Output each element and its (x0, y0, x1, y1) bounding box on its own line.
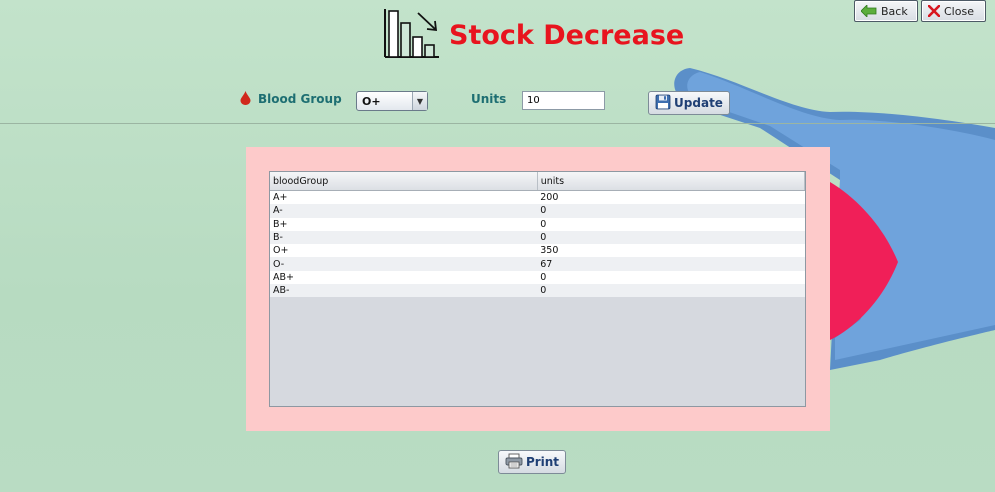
chevron-down-icon[interactable]: ▼ (412, 92, 427, 110)
print-button[interactable]: Print (498, 450, 566, 474)
cell-units: 0 (537, 204, 805, 218)
cell-units: 67 (537, 257, 805, 271)
table-row[interactable]: A+ 200 (270, 190, 805, 205)
blood-group-label: Blood Group (258, 92, 342, 106)
table-header-row: bloodGroup units (270, 172, 805, 191)
close-label: Close (944, 4, 974, 18)
cell-bloodgroup: A- (270, 204, 538, 218)
blood-group-select[interactable]: O+ ▼ (356, 91, 428, 111)
column-header-bloodgroup[interactable]: bloodGroup (270, 172, 538, 191)
cell-bloodgroup: A+ (270, 190, 538, 205)
column-header-units[interactable]: units (537, 172, 805, 191)
chart-decrease-icon (383, 7, 441, 63)
header-divider (0, 123, 995, 124)
back-arrow-icon (861, 5, 877, 17)
table-row[interactable]: AB+ 0 (270, 270, 805, 285)
back-button[interactable]: Back (854, 0, 918, 22)
table-row[interactable]: O+ 350 (270, 244, 805, 258)
update-label: Update (674, 96, 723, 110)
close-x-icon (928, 5, 940, 17)
print-label: Print (525, 455, 560, 469)
table-row[interactable]: AB- 0 (270, 284, 805, 298)
back-label: Back (881, 4, 908, 18)
cell-units: 350 (537, 244, 805, 258)
printer-icon (505, 453, 523, 472)
cell-bloodgroup: AB- (270, 284, 538, 298)
table-row[interactable]: O- 67 (270, 257, 805, 271)
cell-units: 0 (537, 217, 805, 231)
save-icon (655, 94, 671, 113)
stock-table[interactable]: bloodGroup units A+ 200 A- 0 B+ 0 B- 0 O+ 350… (269, 171, 806, 407)
cell-bloodgroup: O- (270, 257, 538, 271)
cell-bloodgroup: AB+ (270, 270, 538, 285)
update-button[interactable]: Update (648, 91, 730, 115)
cell-bloodgroup: O+ (270, 244, 538, 258)
table-row[interactable]: A- 0 (270, 204, 805, 218)
cell-units: 0 (537, 230, 805, 245)
cell-units: 200 (537, 190, 805, 205)
units-input[interactable] (522, 91, 605, 110)
cell-bloodgroup: B+ (270, 217, 538, 231)
cell-bloodgroup: B- (270, 230, 538, 245)
title-area: Stock Decrease (383, 8, 684, 62)
blood-drop-icon (240, 90, 251, 109)
table-row[interactable]: B- 0 (270, 230, 805, 245)
units-label: Units (471, 92, 507, 106)
page-title: Stock Decrease (449, 19, 685, 51)
blood-group-value: O+ (362, 94, 381, 108)
table-row[interactable]: B+ 0 (270, 217, 805, 231)
cell-units: 0 (537, 270, 805, 285)
close-button[interactable]: Close (921, 0, 986, 22)
cell-units: 0 (537, 284, 805, 298)
